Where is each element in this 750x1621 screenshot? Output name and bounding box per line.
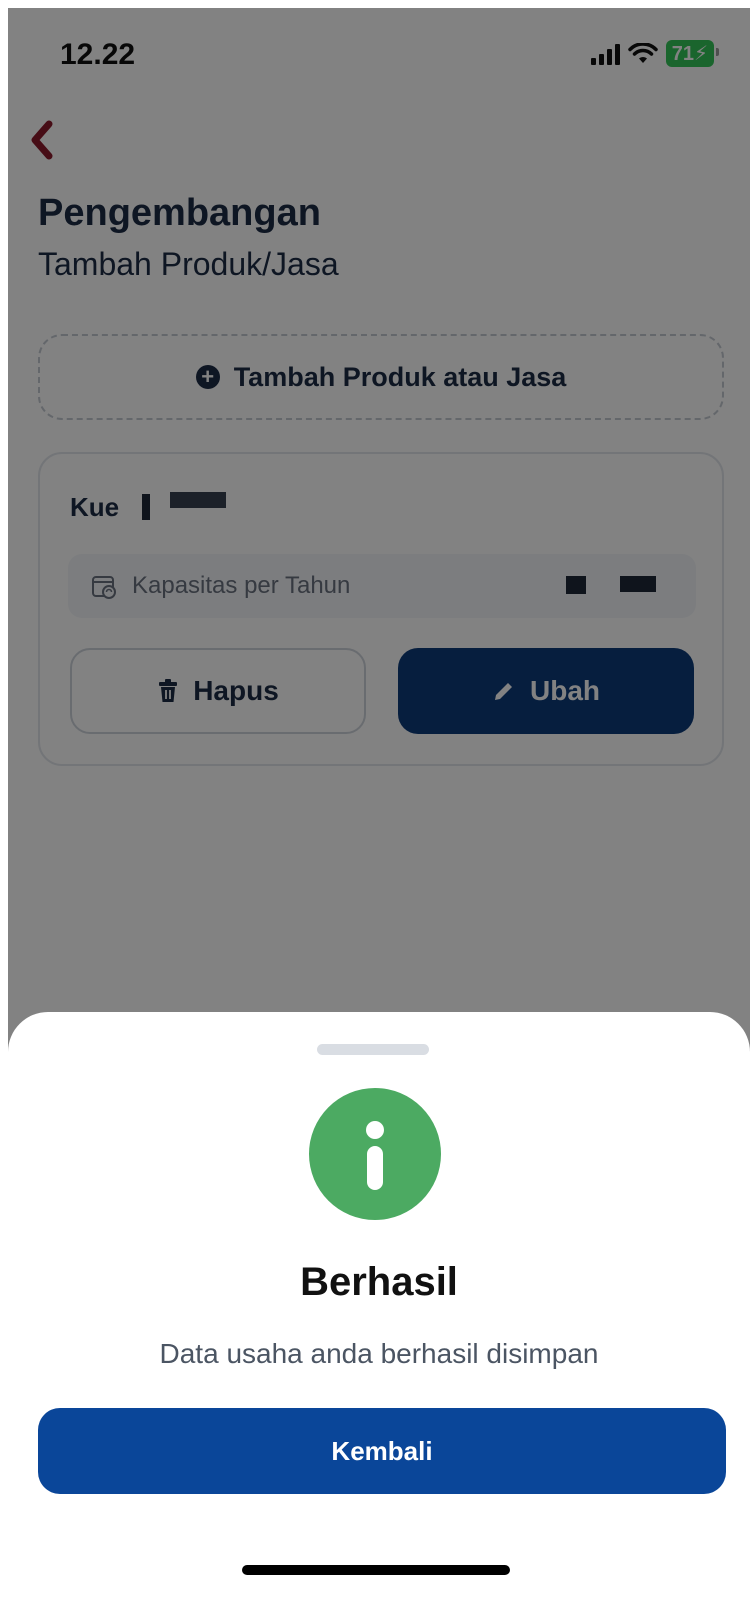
info-icon	[309, 1088, 441, 1220]
back-button-label: Kembali	[331, 1435, 433, 1466]
success-bottom-sheet: Berhasil Data usaha anda berhasil disimp…	[8, 1012, 750, 1621]
home-indicator	[242, 1565, 510, 1575]
dialog-message: Data usaha anda berhasil disimpan	[159, 1338, 599, 1369]
app-screen: 12.22 71⚡ Pengembangan Tambah Produk/Jas…	[8, 8, 750, 1621]
info-glyph	[366, 1121, 384, 1190]
sheet-drag-handle[interactable]	[317, 1044, 429, 1055]
dialog-title: Berhasil	[300, 1260, 458, 1304]
back-to-previous-button[interactable]: Kembali	[38, 1408, 726, 1494]
